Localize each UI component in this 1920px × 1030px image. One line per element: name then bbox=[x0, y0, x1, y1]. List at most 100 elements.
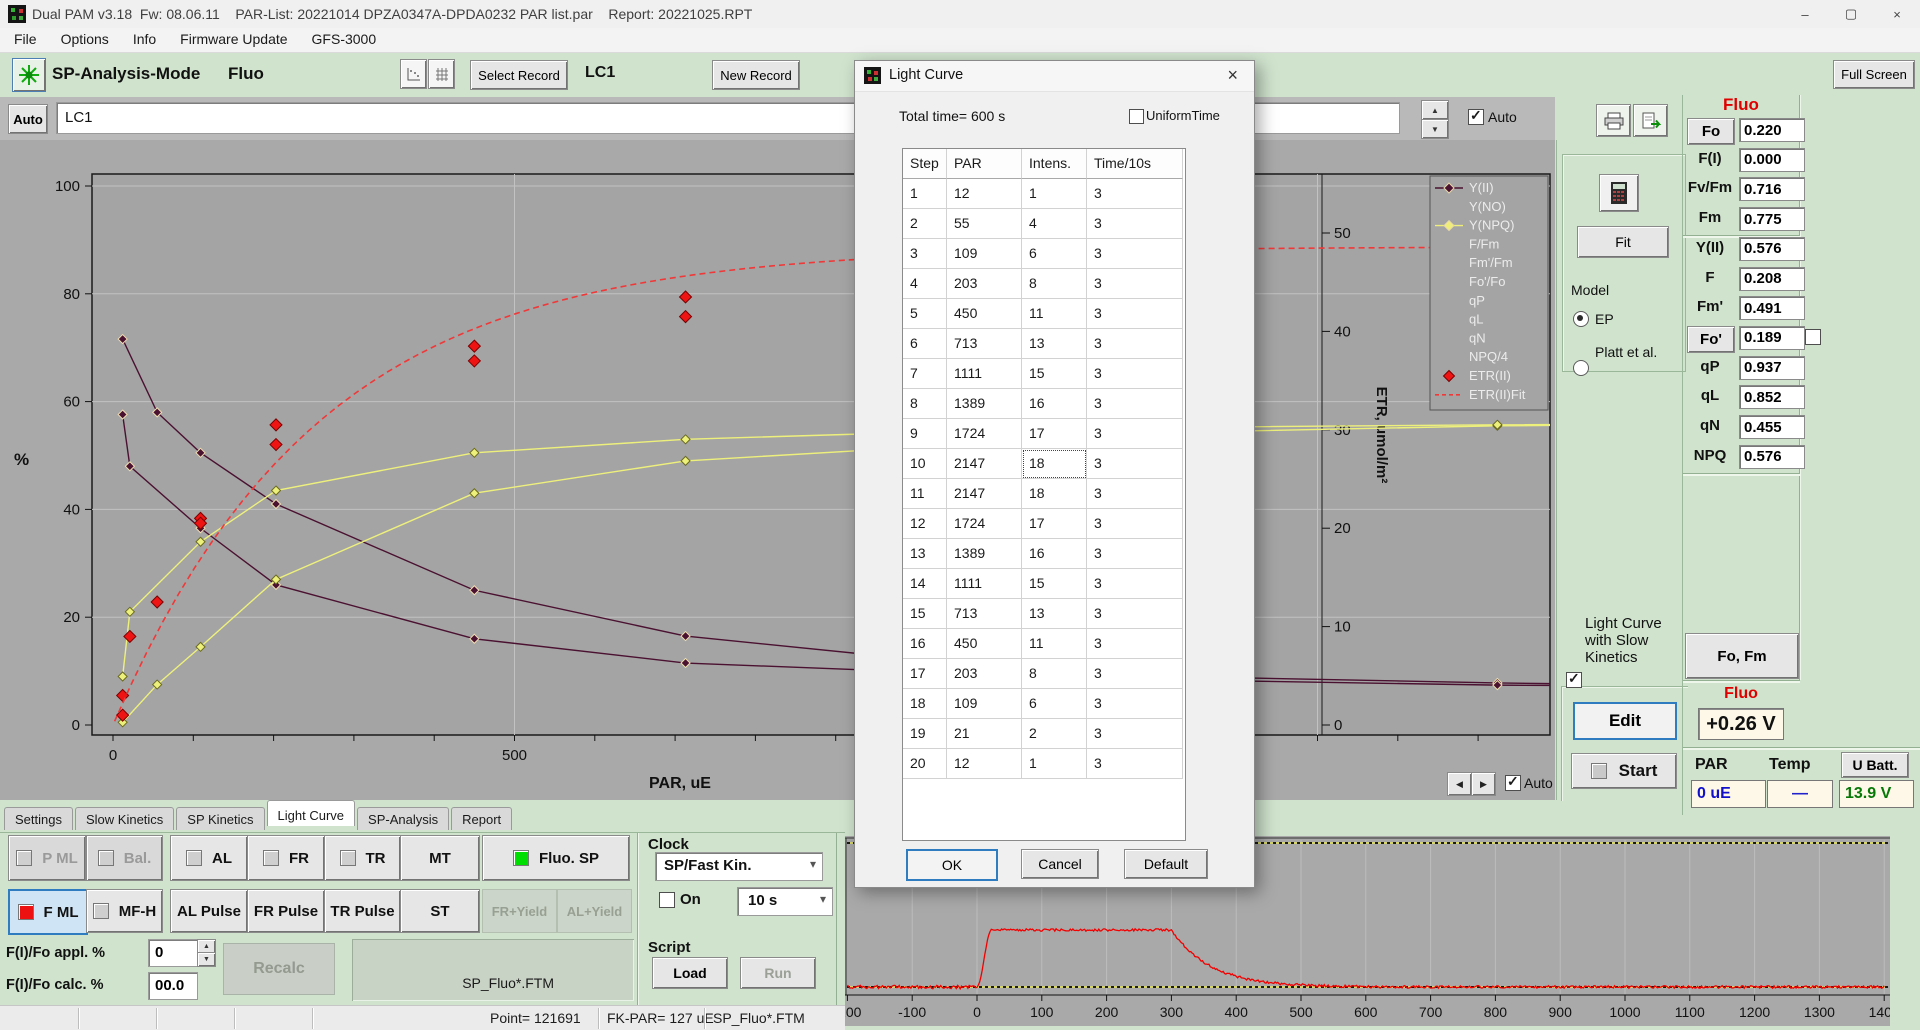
cell-time-10s[interactable]: 3 bbox=[1087, 689, 1183, 719]
cell-intens[interactable]: 16 bbox=[1022, 389, 1087, 419]
cell-par[interactable]: 450 bbox=[947, 629, 1022, 659]
cell-time-10s[interactable]: 3 bbox=[1087, 389, 1183, 419]
cell-par[interactable]: 1724 bbox=[947, 509, 1022, 539]
table-row[interactable]: 1810963 bbox=[903, 689, 1185, 719]
menu-item-options[interactable]: Options bbox=[49, 28, 121, 50]
clock-on-checkbox[interactable] bbox=[659, 892, 675, 908]
table-row[interactable]: 310963 bbox=[903, 239, 1185, 269]
cell-time-10s[interactable]: 3 bbox=[1087, 599, 1183, 629]
dialog-title-bar[interactable]: Light Curve × bbox=[855, 61, 1254, 92]
cell-step[interactable]: 20 bbox=[903, 749, 947, 779]
table-row[interactable]: 11213 bbox=[903, 179, 1185, 209]
cell-par[interactable]: 713 bbox=[947, 329, 1022, 359]
ubatt-button[interactable]: U Batt. bbox=[1841, 752, 1909, 778]
calculator-button[interactable] bbox=[1599, 174, 1639, 212]
cell-intens[interactable]: 18 bbox=[1022, 479, 1087, 509]
table-row[interactable]: 16450113 bbox=[903, 629, 1185, 659]
cell-step[interactable]: 9 bbox=[903, 419, 947, 449]
select-record-button[interactable]: Select Record bbox=[470, 60, 568, 90]
cell-intens[interactable]: 11 bbox=[1022, 629, 1087, 659]
table-row[interactable]: 141111153 bbox=[903, 569, 1185, 599]
cell-step[interactable]: 12 bbox=[903, 509, 947, 539]
cell-par[interactable]: 109 bbox=[947, 689, 1022, 719]
cell-time-10s[interactable]: 3 bbox=[1087, 269, 1183, 299]
button-al[interactable]: AL bbox=[170, 835, 248, 881]
default-button[interactable]: Default bbox=[1124, 849, 1208, 879]
cell-par[interactable]: 1389 bbox=[947, 389, 1022, 419]
button-mt[interactable]: MT bbox=[400, 835, 480, 881]
cell-step[interactable]: 1 bbox=[903, 179, 947, 209]
cell-step[interactable]: 2 bbox=[903, 209, 947, 239]
cell-time-10s[interactable]: 3 bbox=[1087, 179, 1183, 209]
tab-light-curve[interactable]: Light Curve bbox=[267, 800, 355, 826]
cell-step[interactable]: 11 bbox=[903, 479, 947, 509]
cell-step[interactable]: 16 bbox=[903, 629, 947, 659]
cell-intens[interactable]: 13 bbox=[1022, 329, 1087, 359]
cell-intens[interactable]: 6 bbox=[1022, 689, 1087, 719]
ok-button[interactable]: OK bbox=[906, 849, 998, 881]
table-row[interactable]: 81389163 bbox=[903, 389, 1185, 419]
cell-time-10s[interactable]: 3 bbox=[1087, 479, 1183, 509]
clock-interval-select[interactable]: 10 s ▾ bbox=[737, 887, 833, 916]
table-row[interactable]: 192123 bbox=[903, 719, 1185, 749]
recalc-button[interactable]: Recalc bbox=[223, 943, 335, 995]
table-row[interactable]: 112147183 bbox=[903, 479, 1185, 509]
record-auto-checkbox[interactable] bbox=[1468, 109, 1484, 125]
cell-time-10s[interactable]: 3 bbox=[1087, 509, 1183, 539]
legend-item-npq-4[interactable]: NPQ/4 bbox=[1469, 349, 1508, 364]
fifo-appl-down-button[interactable]: ▼ bbox=[197, 952, 216, 967]
cell-par[interactable]: 12 bbox=[947, 179, 1022, 209]
cell-par[interactable]: 1111 bbox=[947, 359, 1022, 389]
tab-sp-kinetics[interactable]: SP Kinetics bbox=[176, 807, 264, 830]
cell-intens[interactable]: 8 bbox=[1022, 659, 1087, 689]
cell-par[interactable]: 109 bbox=[947, 239, 1022, 269]
cell-intens[interactable]: 1 bbox=[1022, 749, 1087, 779]
param-button-fo[interactable]: Fo' bbox=[1687, 326, 1735, 353]
cell-time-10s[interactable]: 3 bbox=[1087, 539, 1183, 569]
button-fr-pulse[interactable]: FR Pulse bbox=[247, 889, 325, 933]
cell-step[interactable]: 17 bbox=[903, 659, 947, 689]
fo-fm-button[interactable]: Fo, Fm bbox=[1685, 633, 1799, 679]
script-load-button[interactable]: Load bbox=[652, 957, 728, 989]
print-button[interactable] bbox=[1596, 104, 1631, 137]
param-checkbox-fo[interactable] bbox=[1805, 329, 1821, 345]
tab-sp-analysis[interactable]: SP-Analysis bbox=[357, 807, 449, 830]
lc-slow-kinetics-checkbox[interactable] bbox=[1566, 672, 1582, 688]
cell-par[interactable]: 21 bbox=[947, 719, 1022, 749]
cell-par[interactable]: 55 bbox=[947, 209, 1022, 239]
button-tr[interactable]: TR bbox=[324, 835, 401, 881]
cell-step[interactable]: 10 bbox=[903, 449, 947, 479]
table-row[interactable]: 102147183 bbox=[903, 449, 1185, 479]
legend-item-qn[interactable]: qN bbox=[1469, 330, 1486, 345]
button-f-ml[interactable]: F ML bbox=[8, 889, 88, 935]
cell-step[interactable]: 5 bbox=[903, 299, 947, 329]
record-up-button[interactable]: ▲ bbox=[1421, 100, 1449, 120]
cell-intens[interactable]: 2 bbox=[1022, 719, 1087, 749]
tab-report[interactable]: Report bbox=[451, 807, 512, 830]
cell-intens[interactable]: 8 bbox=[1022, 269, 1087, 299]
legend-item-ql[interactable]: qL bbox=[1469, 312, 1483, 327]
full-screen-button[interactable]: Full Screen bbox=[1833, 60, 1915, 89]
cell-step[interactable]: 3 bbox=[903, 239, 947, 269]
export-button[interactable] bbox=[1633, 104, 1668, 137]
button-fr[interactable]: FR bbox=[247, 835, 325, 881]
auto-button[interactable]: Auto bbox=[8, 104, 48, 134]
cell-intens[interactable]: 18 bbox=[1022, 449, 1087, 479]
table-row[interactable]: 201213 bbox=[903, 749, 1185, 779]
table-row[interactable]: 71111153 bbox=[903, 359, 1185, 389]
legend-item-qp[interactable]: qP bbox=[1469, 293, 1485, 308]
cell-step[interactable]: 19 bbox=[903, 719, 947, 749]
cell-step[interactable]: 4 bbox=[903, 269, 947, 299]
new-record-button[interactable]: New Record bbox=[712, 60, 800, 90]
cell-time-10s[interactable]: 3 bbox=[1087, 239, 1183, 269]
model-ep-radio[interactable] bbox=[1573, 311, 1589, 327]
cell-par[interactable]: 203 bbox=[947, 659, 1022, 689]
table-row[interactable]: 15713133 bbox=[903, 599, 1185, 629]
button-st[interactable]: ST bbox=[400, 889, 480, 933]
cell-step[interactable]: 8 bbox=[903, 389, 947, 419]
close-icon[interactable]: × bbox=[1874, 0, 1920, 28]
cell-par[interactable]: 2147 bbox=[947, 449, 1022, 479]
menu-item-file[interactable]: File bbox=[2, 28, 49, 50]
cell-par[interactable]: 450 bbox=[947, 299, 1022, 329]
fifo-calc-field[interactable]: 00.0 bbox=[148, 972, 198, 1000]
